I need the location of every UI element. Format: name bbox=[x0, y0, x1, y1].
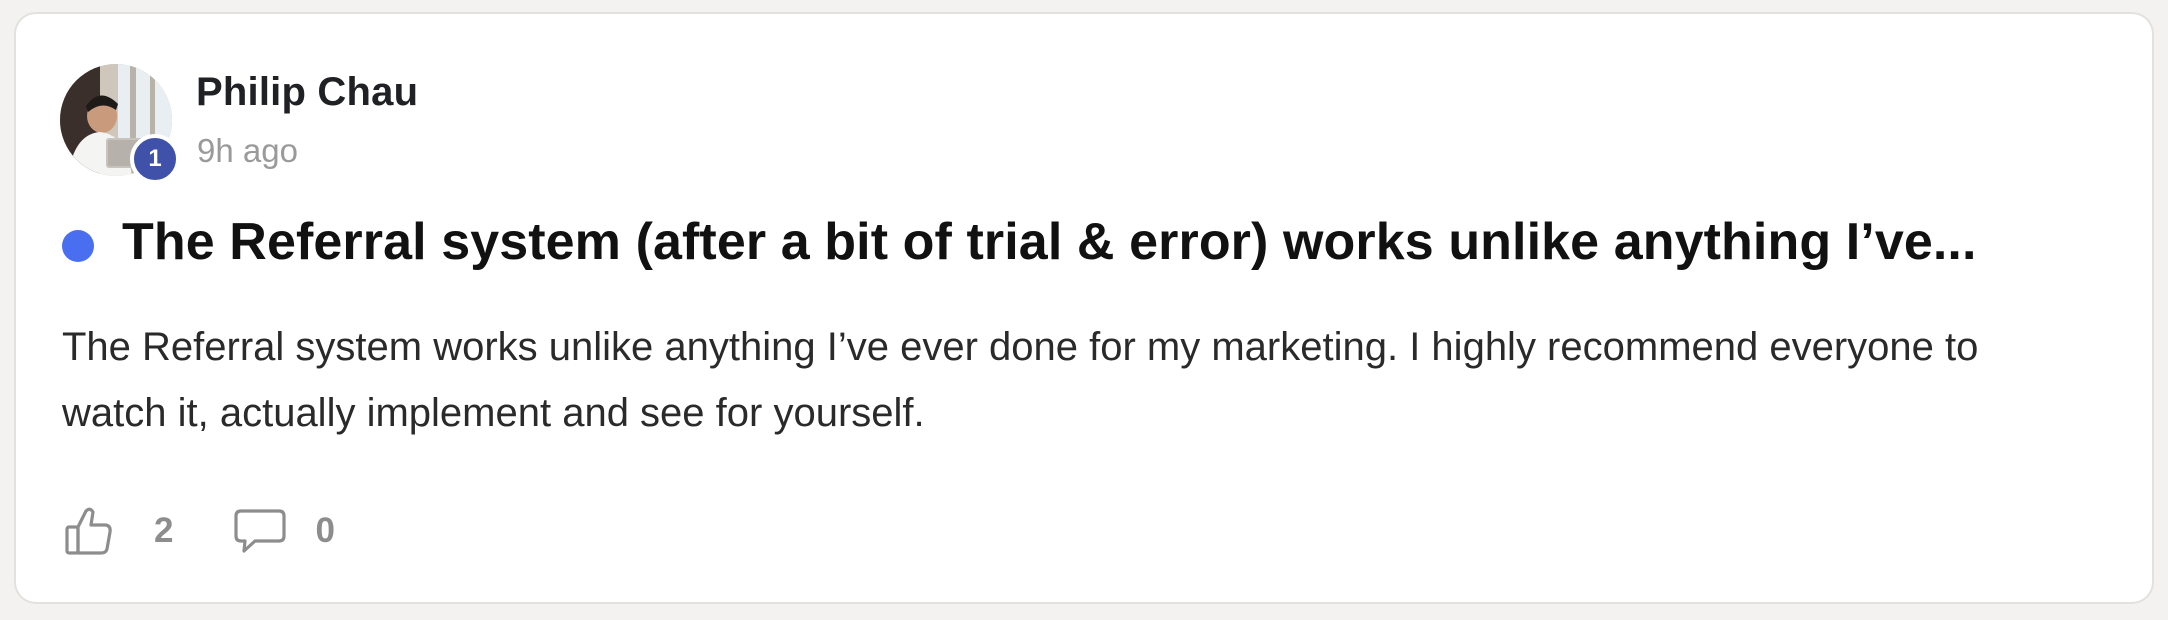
author-name[interactable]: Philip Chau bbox=[196, 70, 418, 115]
post-actions: 2 0 bbox=[64, 496, 335, 566]
unread-indicator bbox=[62, 230, 94, 262]
post-card[interactable]: 1 Philip Chau 9h ago The Referral system… bbox=[14, 12, 2154, 604]
comment-bubble-icon bbox=[234, 509, 287, 553]
like-button[interactable]: 2 bbox=[64, 505, 233, 557]
comment-count: 0 bbox=[315, 511, 335, 550]
post-timestamp: 9h ago bbox=[197, 132, 298, 169]
post-title[interactable]: The Referral system (after a bit of tria… bbox=[122, 212, 1977, 272]
like-count: 2 bbox=[154, 511, 174, 550]
post-body: The Referral system works unlike anythin… bbox=[62, 325, 1979, 435]
author-avatar[interactable]: 1 bbox=[60, 64, 180, 184]
thumbs-up-icon bbox=[65, 507, 112, 555]
level-badge: 1 bbox=[130, 134, 180, 184]
comment-button[interactable]: 0 bbox=[233, 507, 335, 555]
